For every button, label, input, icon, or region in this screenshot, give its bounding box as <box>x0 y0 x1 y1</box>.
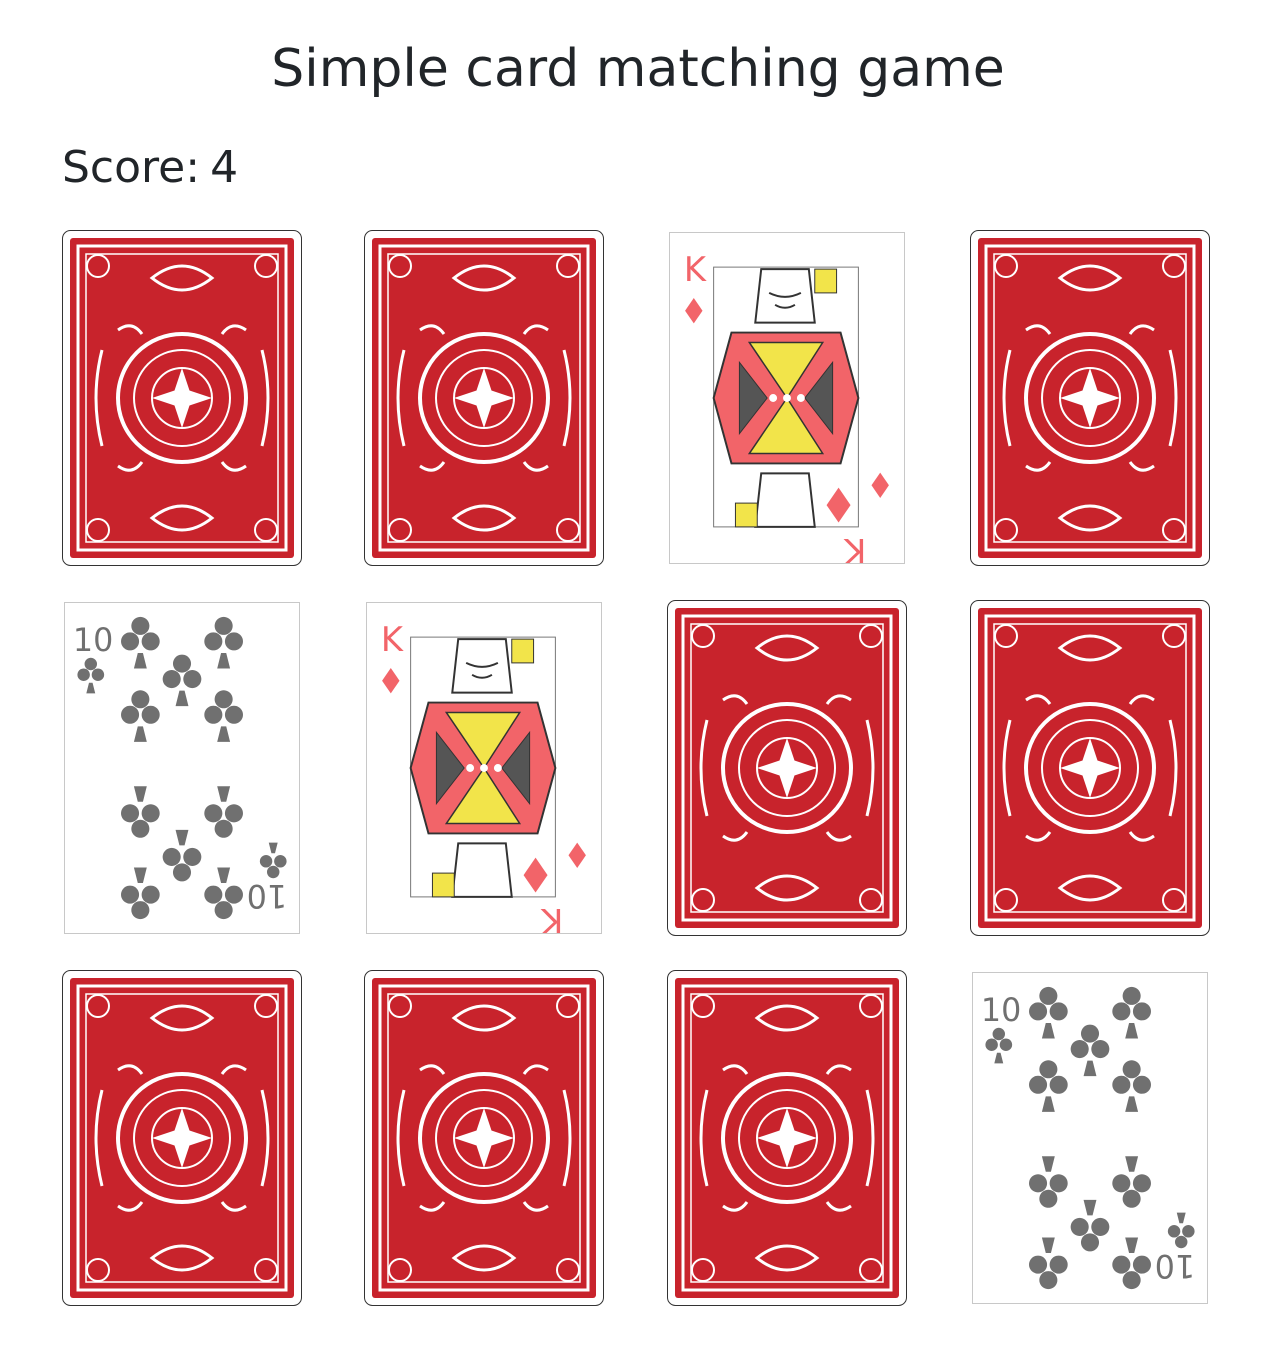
card-back-pattern <box>970 230 1210 566</box>
card-back-pattern <box>364 970 604 1306</box>
card-rank-bottom: 10 <box>1155 1247 1195 1283</box>
card-12[interactable]: 10 10 <box>972 972 1208 1304</box>
score-label: Score: <box>62 142 201 193</box>
king-of-diamonds-face: K K <box>381 620 586 933</box>
ten-of-clubs-face: 10 10 <box>981 986 1195 1290</box>
score-value: 4 <box>210 142 239 193</box>
card-rank-top: 10 <box>73 623 113 659</box>
card-3[interactable]: K K <box>669 232 905 564</box>
card-rank-bottom: K <box>843 531 866 563</box>
card-back-pattern <box>667 600 907 936</box>
ten-of-clubs-face: 10 10 <box>73 616 287 920</box>
card-rank-top: K <box>684 250 707 289</box>
card-8[interactable] <box>970 600 1210 936</box>
card-5[interactable]: 10 10 <box>64 602 300 934</box>
card-rank-bottom: 10 <box>247 877 287 913</box>
score-display: Score: 4 <box>62 142 238 195</box>
card-10[interactable] <box>364 970 604 1306</box>
card-back-pattern <box>364 230 604 566</box>
card-back-pattern <box>62 230 302 566</box>
card-4[interactable] <box>970 230 1210 566</box>
card-6[interactable]: K K <box>366 602 602 934</box>
card-back-pattern <box>970 600 1210 936</box>
king-of-diamonds-face: K K <box>684 250 889 563</box>
card-9[interactable] <box>62 970 302 1306</box>
card-1[interactable] <box>62 230 302 566</box>
card-2[interactable] <box>364 230 604 566</box>
card-rank-top: 10 <box>981 993 1021 1029</box>
page-title: Simple card matching game <box>271 39 1005 99</box>
card-rank-bottom: K <box>540 901 563 933</box>
card-rank-top: K <box>381 620 404 659</box>
card-back-pattern <box>62 970 302 1306</box>
card-7[interactable] <box>667 600 907 936</box>
card-11[interactable] <box>667 970 907 1306</box>
card-back-pattern <box>667 970 907 1306</box>
